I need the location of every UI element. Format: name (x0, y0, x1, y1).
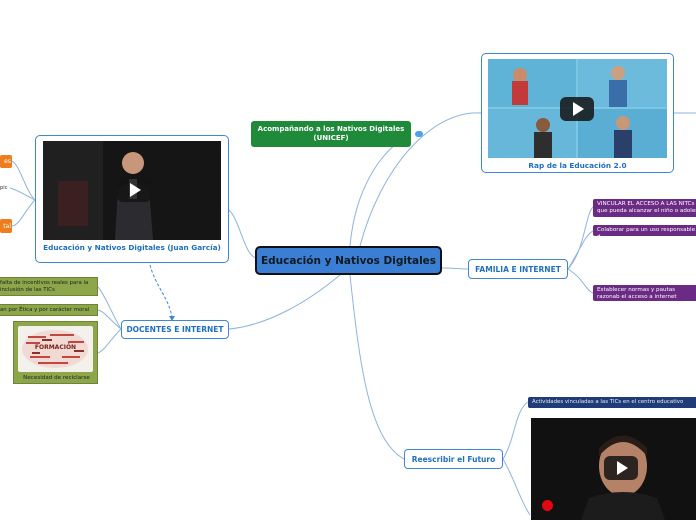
futuro-topic-label: Reescribir el Futuro (411, 454, 496, 464)
familia-subtopic-3[interactable]: Establecer normas y pautas razonab el ac… (593, 285, 696, 301)
docentes-subtopic-2[interactable]: an por Ética y por carácter moral (0, 304, 98, 316)
rap-video-thumbnail[interactable] (488, 59, 667, 158)
futuro-subtopic[interactable]: Actividades vinculadas a las TICs en el … (528, 397, 696, 408)
futuro-topic[interactable]: Reescribir el Futuro (404, 449, 503, 469)
juan-video-caption: Educación y Nativos Digitales (Juan Garc… (43, 243, 221, 252)
unicef-topic-label: Acompañando a los Nativos Digitales (UNI… (257, 125, 405, 142)
play-icon[interactable] (117, 178, 151, 202)
familia-subtopic-1[interactable]: VINCULAR EL ACCESO A LAS NITCs que pueda… (593, 199, 696, 217)
futuro-video-thumbnail[interactable] (531, 418, 696, 520)
familia-subtopic-2[interactable]: Colaborar para un uso responsable d (593, 225, 696, 240)
chat-icon[interactable] (415, 131, 423, 137)
wordcloud-image: FORMACIÓN (18, 326, 93, 372)
juan-video-thumbnail[interactable] (43, 141, 221, 240)
central-topic-label: Educación y Nativos Digitales (260, 254, 437, 267)
left-orange-topic-top[interactable]: es (0, 155, 12, 168)
docentes-topic-label: DOCENTES E INTERNET (126, 325, 224, 334)
play-icon[interactable] (604, 456, 638, 480)
docentes-topic[interactable]: DOCENTES E INTERNET (121, 320, 229, 339)
left-orange-topic-bottom-label: tal (3, 222, 11, 230)
left-orange-topic-bottom[interactable]: tal (0, 219, 12, 233)
familia-topic-label: FAMILIA E INTERNET (475, 264, 561, 274)
left-fragment-middle: pic (0, 185, 8, 191)
left-orange-topic-top-label: es (4, 158, 11, 165)
reciclarse-image-card[interactable]: FORMACIÓN Necesidad de reciclarse (13, 321, 98, 384)
familia-topic[interactable]: FAMILIA E INTERNET (468, 259, 568, 279)
rap-video-caption: Rap de la Educación 2.0 (528, 161, 627, 170)
central-topic[interactable]: Educación y Nativos Digitales (255, 246, 442, 275)
unicef-topic[interactable]: Acompañando a los Nativos Digitales (UNI… (251, 121, 411, 147)
docentes-subtopic-1[interactable]: falta de incentivos reales para la inclu… (0, 277, 98, 296)
vodafone-logo-icon (542, 500, 553, 511)
play-icon[interactable] (560, 97, 594, 121)
reciclarse-caption: Necesidad de reciclarse (23, 375, 90, 381)
rap-video-card[interactable]: Rap de la Educación 2.0 (481, 53, 674, 173)
wordcloud-word: FORMACIÓN (34, 344, 77, 351)
juan-video-card[interactable]: Educación y Nativos Digitales (Juan Garc… (35, 135, 229, 263)
